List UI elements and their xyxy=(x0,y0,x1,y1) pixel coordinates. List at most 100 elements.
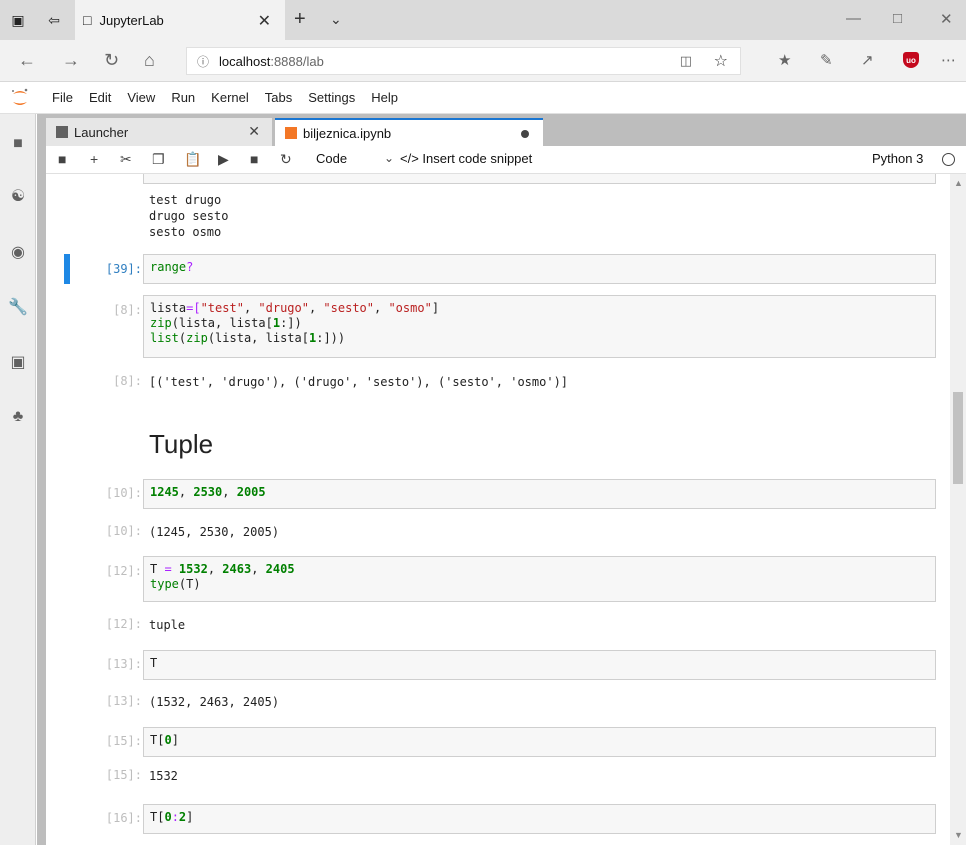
code-token: , xyxy=(308,301,324,315)
code-token: 1 xyxy=(272,316,281,330)
kernel-name[interactable]: Python 3 xyxy=(872,151,923,166)
code-cell-input[interactable]: 1245, 2530, 2005 xyxy=(143,479,936,509)
code-cell-input[interactable]: range? xyxy=(143,254,936,284)
code-token: ? xyxy=(186,260,194,274)
palette-icon[interactable]: ◉ xyxy=(8,242,28,262)
menu-file[interactable]: File xyxy=(52,90,73,105)
markdown-heading: Tuple xyxy=(149,429,214,459)
code-token: 0 xyxy=(164,810,172,824)
info-icon[interactable]: ⓘ xyxy=(197,53,209,70)
tab-launcher[interactable]: Launcher ✕ xyxy=(46,118,272,146)
notebook-scrollbar[interactable]: ▲ ▼ xyxy=(950,174,966,845)
menu-bar: File Edit View Run Kernel Tabs Settings … xyxy=(0,82,966,114)
reading-view-icon[interactable]: ◫ xyxy=(680,53,692,69)
scroll-up-icon[interactable]: ▲ xyxy=(954,178,963,188)
code-token: :])) xyxy=(316,331,346,345)
minimize-button[interactable]: — xyxy=(846,10,861,27)
cell-prompt: [13]: xyxy=(105,657,142,671)
favorite-star-icon[interactable]: ☆ xyxy=(714,51,728,71)
home-button[interactable]: ⌂ xyxy=(144,50,155,71)
extension-icon[interactable]: ♣ xyxy=(8,407,28,427)
code-token: , xyxy=(243,301,259,315)
code-token: (T) xyxy=(178,577,201,591)
code-cell-input[interactable]: lista=["test", "drugo", "sesto", "osmo"]… xyxy=(143,295,936,358)
share-icon[interactable]: ↗ xyxy=(861,51,874,69)
code-token: , xyxy=(251,562,266,576)
code-cell-input[interactable]: T = 1532, 2463, 2405 type(T) xyxy=(143,556,936,602)
output-prompt: [13]: xyxy=(105,694,142,708)
set-aside-tabs-icon[interactable]: ⇦ xyxy=(44,10,64,30)
forward-button[interactable]: → xyxy=(62,50,80,71)
code-cell-input[interactable]: T[0] xyxy=(143,727,936,757)
code-token: "osmo" xyxy=(388,301,432,315)
browser-tab[interactable]: □ JupyterLab ✕ xyxy=(75,0,285,40)
folder-icon[interactable]: ■ xyxy=(8,134,28,154)
cell-type-select[interactable]: Code xyxy=(316,151,347,166)
wrench-icon[interactable]: 🔧 xyxy=(8,297,28,317)
ublock-extension-icon[interactable]: uo xyxy=(903,52,919,68)
menu-tabs[interactable]: Tabs xyxy=(265,90,292,105)
close-window-button[interactable]: ✕ xyxy=(940,10,953,28)
running-icon[interactable]: ☯ xyxy=(8,186,28,206)
scrollbar-thumb[interactable] xyxy=(953,392,963,484)
close-icon[interactable]: ✕ xyxy=(248,123,260,140)
code-token: type xyxy=(150,577,179,591)
more-icon[interactable]: ⋯ xyxy=(941,51,956,69)
left-sidebar: ■ ☯ ◉ 🔧 ▣ ♣ xyxy=(0,114,36,845)
tabs-icon[interactable]: ▣ xyxy=(8,352,28,372)
code-token: : xyxy=(171,810,179,824)
maximize-button[interactable]: □ xyxy=(893,10,902,27)
cell-prompt: [16]: xyxy=(105,811,142,825)
cell-prompt: [10]: xyxy=(105,486,142,500)
dock-gutter xyxy=(37,114,46,845)
browser-tab-title: JupyterLab xyxy=(99,12,164,28)
code-cell-input[interactable]: T xyxy=(143,650,936,680)
add-cell-icon[interactable]: + xyxy=(90,151,98,167)
menu-kernel[interactable]: Kernel xyxy=(211,90,249,105)
code-token: , xyxy=(222,485,237,499)
back-button[interactable]: ← xyxy=(18,50,36,71)
code-token: , xyxy=(178,485,194,499)
menu-settings[interactable]: Settings xyxy=(308,90,355,105)
stop-icon[interactable]: ■ xyxy=(250,151,258,167)
menu-run[interactable]: Run xyxy=(171,90,195,105)
cell-prompt: [15]: xyxy=(105,734,142,748)
code-token: T xyxy=(150,562,165,576)
url-field[interactable]: ⓘ localhost :8888/lab ◫ ☆ xyxy=(186,47,741,75)
restart-icon[interactable]: ↻ xyxy=(280,151,292,168)
menu-edit[interactable]: Edit xyxy=(89,90,111,105)
tab-notebook[interactable]: biljeznica.ipynb xyxy=(275,118,543,146)
code-token: T[ xyxy=(150,810,165,824)
chevron-down-icon[interactable]: ⌄ xyxy=(384,151,394,165)
favorites-icon[interactable]: ★ xyxy=(778,51,791,69)
output-prompt: [10]: xyxy=(105,524,142,538)
cell-prompt: [39]: xyxy=(105,262,142,276)
cut-icon[interactable]: ✂ xyxy=(120,151,132,168)
chevron-down-icon[interactable]: ⌄ xyxy=(330,11,342,28)
menu-view[interactable]: View xyxy=(127,90,155,105)
unsaved-dot-icon[interactable] xyxy=(521,130,529,138)
paste-icon[interactable]: 📋 xyxy=(184,151,201,168)
close-icon[interactable]: ✕ xyxy=(258,11,271,31)
menu-help[interactable]: Help xyxy=(371,90,398,105)
cell-input-partial[interactable] xyxy=(143,174,936,184)
new-tab-button[interactable]: + xyxy=(294,8,306,31)
run-icon[interactable]: ▶ xyxy=(218,151,229,168)
tab-actions-icon[interactable]: ▣ xyxy=(8,10,28,30)
notebook-icon xyxy=(285,127,297,139)
insert-snippet-button[interactable]: </> Insert code snippet xyxy=(400,151,532,166)
code-token: 2530 xyxy=(193,485,223,499)
code-token: T xyxy=(150,656,158,670)
scroll-down-icon[interactable]: ▼ xyxy=(954,830,963,840)
code-line: list(zip(lista, lista[1:])) xyxy=(150,331,929,346)
code-cell-input[interactable]: T[0:2] xyxy=(143,804,936,834)
refresh-button[interactable]: ↻ xyxy=(104,50,119,71)
active-cell-indicator xyxy=(64,254,70,284)
code-token: 2005 xyxy=(236,485,266,499)
notebook-panel[interactable]: test drugo drugo sesto sesto osmo [39]: … xyxy=(46,174,950,845)
code-token: 2463 xyxy=(222,562,252,576)
notes-icon[interactable]: ✎ xyxy=(820,51,833,69)
copy-icon[interactable]: ❐ xyxy=(152,151,165,168)
save-icon[interactable]: ■ xyxy=(58,151,66,167)
